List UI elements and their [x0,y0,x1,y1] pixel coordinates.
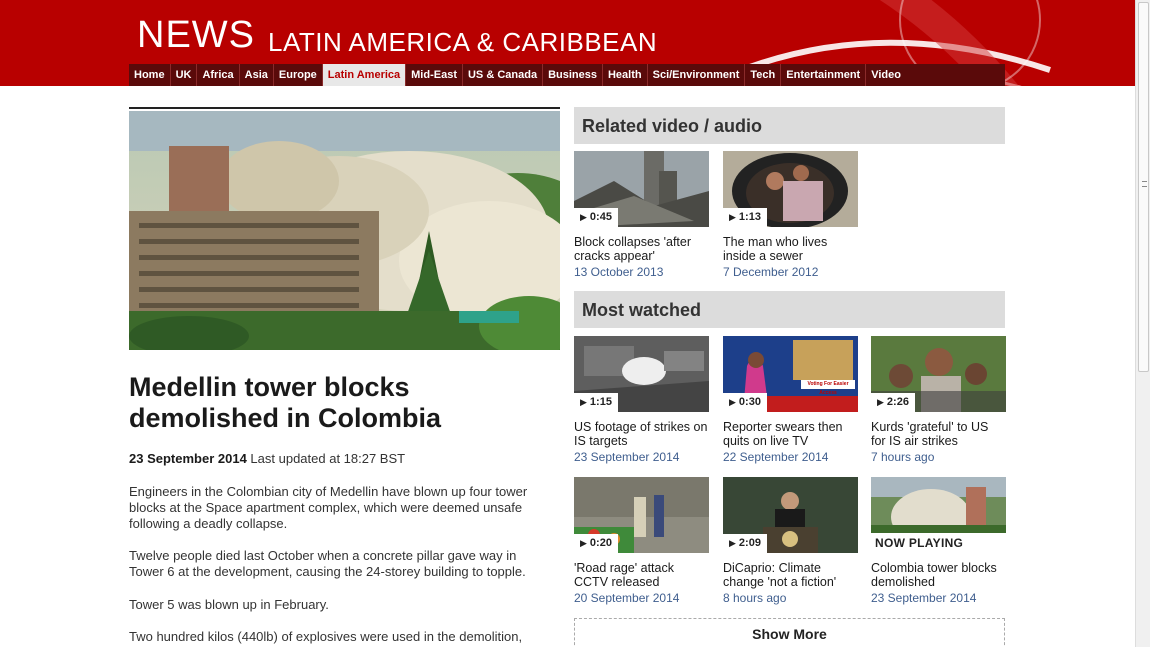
play-icon: ▶ [580,212,587,222]
article-headline: Medellin tower blocks demolished in Colo… [129,372,442,433]
duration-badge: ▶ 0:20 [574,534,618,553]
video-thumbnail[interactable]: ▶ 1:15 [574,336,709,412]
nav-item-video[interactable]: Video [866,64,906,86]
video-title[interactable]: US footage of strikes on IS targets [574,420,709,448]
nav-item-africa[interactable]: Africa [197,64,240,86]
nav-item-latin-america[interactable]: Latin America [322,64,407,86]
nav-item-mid-east[interactable]: Mid-East [406,64,463,86]
video-title[interactable]: Block collapses 'after cracks appear' [574,235,709,263]
nav-item-uk[interactable]: UK [171,64,198,86]
show-more-button[interactable]: Show More [574,618,1005,647]
video-date: 8 hours ago [723,591,787,605]
scrollbar-thumb[interactable] [1138,2,1149,372]
play-icon: ▶ [729,397,736,407]
video-date: 20 September 2014 [574,591,680,605]
duration-text: 1:15 [589,396,612,408]
duration-badge: ▶ 1:15 [574,393,618,412]
video-card[interactable]: ▶ 2:26 Kurds 'grateful' to US for IS air … [871,336,1006,464]
duration-badge: ▶ 0:45 [574,208,618,227]
nav-item-home[interactable]: Home [129,64,171,86]
duration-badge: ▶ 2:26 [871,393,915,412]
video-title[interactable]: DiCaprio: Climate change 'not a fiction' [723,561,858,589]
video-thumbnail[interactable]: ▶ 2:26 [871,336,1006,412]
most-watched-heading: Most watched [574,291,1005,328]
video-thumbnail[interactable]: Voting For Easier Access ▶ 0:30 [723,336,858,412]
section-title[interactable]: LATIN AMERICA & CARIBBEAN [268,27,657,58]
video-thumbnail[interactable]: ▶ 1:13 [723,151,858,227]
duration-text: 0:30 [738,396,761,408]
play-icon: ▶ [877,397,884,407]
play-icon: ▶ [729,538,736,548]
video-card[interactable]: ▶ 1:13 The man who lives inside a sewer 7… [723,151,858,279]
video-overlay-caption: Voting For Easier Access [801,380,855,396]
hero-rule [129,107,560,109]
video-date: 7 hours ago [871,450,935,464]
nav-item-asia[interactable]: Asia [240,64,274,86]
play-icon: ▶ [580,538,587,548]
brand-logo-text[interactable]: NEWS [137,14,255,57]
video-title[interactable]: The man who lives inside a sewer [723,235,858,263]
related-heading: Related video / audio [574,107,1005,144]
duration-text: 0:20 [589,537,612,549]
video-thumbnail[interactable]: ▶ 0:20 [574,477,709,553]
video-card[interactable]: ▶ 1:15 US footage of strikes on IS target… [574,336,709,464]
video-thumbnail[interactable]: ▶ 2:09 [723,477,858,553]
video-date: 23 September 2014 [574,450,680,464]
video-card[interactable]: Voting For Easier Access ▶ 0:30 Reporter … [723,336,858,464]
duration-text: 0:45 [589,211,612,223]
vertical-scrollbar[interactable] [1135,0,1150,647]
article-updated: Last updated at 18:27 BST [250,451,406,466]
article-paragraph: Two hundred kilos (440lb) of explosives … [129,629,523,644]
duration-badge: ▶ 0:30 [723,393,767,412]
now-playing-label: NOW PLAYING [871,533,1006,553]
nav-item-us-canada[interactable]: US & Canada [463,64,544,86]
hero-image [129,111,560,350]
main-nav: Home UK Africa Asia Europe Latin America Mid-E… [129,64,1005,86]
article-paragraph: Engineers in the Colombian city of Medel… [129,484,528,531]
video-card[interactable]: ▶ 0:45 Block collapses 'after cracks appe… [574,151,709,279]
video-date: 7 December 2012 [723,265,819,279]
video-title[interactable]: Reporter swears then quits on live TV [723,420,858,448]
video-date: 13 October 2013 [574,265,664,279]
play-icon: ▶ [580,397,587,407]
duration-text: 2:09 [738,537,761,549]
nav-item-europe[interactable]: Europe [274,64,323,86]
scrollbar-grip-icon [1142,181,1147,187]
nav-item-entertainment[interactable]: Entertainment [781,64,867,86]
duration-badge: ▶ 1:13 [723,208,767,227]
video-card[interactable]: NOW PLAYING Colombia tower blocks demoli… [871,477,1006,605]
nav-item-tech[interactable]: Tech [745,64,782,86]
video-title[interactable]: Kurds 'grateful' to US for IS air strike… [871,420,1006,448]
nav-item-health[interactable]: Health [603,64,648,86]
article-paragraph: Twelve people died last October when a c… [129,548,526,579]
play-icon: ▶ [729,212,736,222]
article-paragraph: Tower 5 was blown up in February. [129,597,329,612]
video-thumbnail[interactable]: ▶ 0:45 [574,151,709,227]
video-date: 23 September 2014 [871,591,977,605]
duration-text: 1:13 [738,211,761,223]
video-title[interactable]: Colombia tower blocks demolished [871,561,1006,589]
article-date: 23 September 2014 [129,451,247,466]
article-dateline: 23 September 2014 Last updated at 18:27 … [129,451,405,466]
video-card[interactable]: ▶ 0:20 'Road rage' attack CCTV released 2… [574,477,709,605]
duration-text: 2:26 [886,396,909,408]
video-date: 22 September 2014 [723,450,829,464]
nav-item-sci-environment[interactable]: Sci/Environment [648,64,746,86]
nav-item-business[interactable]: Business [543,64,603,86]
duration-badge: ▶ 2:09 [723,534,767,553]
masthead: NEWS LATIN AMERICA & CARIBBEAN Home UK Afr… [0,0,1135,86]
video-title[interactable]: 'Road rage' attack CCTV released [574,561,709,589]
video-thumbnail[interactable]: NOW PLAYING [871,477,1006,553]
video-card[interactable]: ▶ 2:09 DiCaprio: Climate change 'not a fi… [723,477,858,605]
